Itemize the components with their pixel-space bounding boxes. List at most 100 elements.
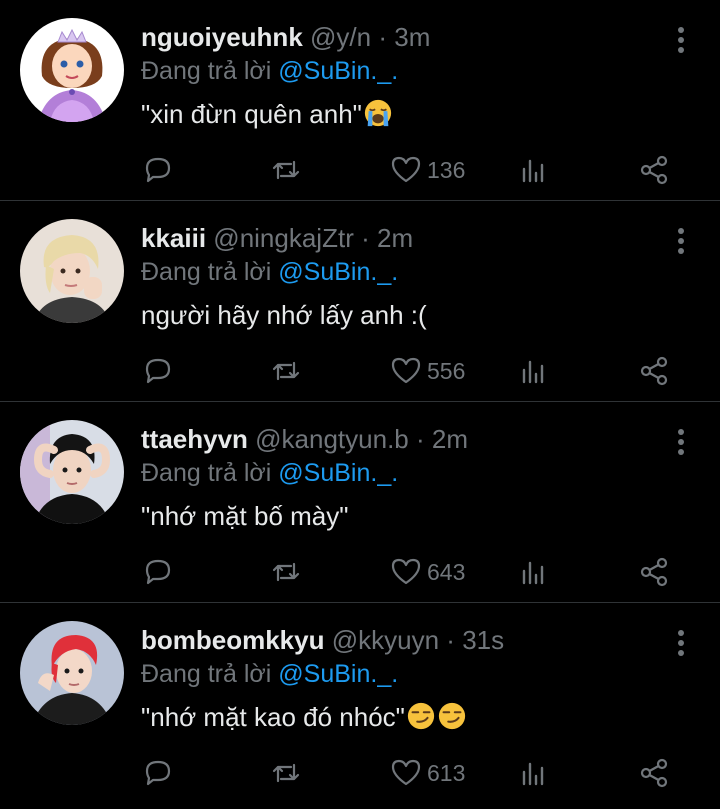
retweet-button[interactable]: [269, 351, 303, 391]
like-button[interactable]: 613: [389, 753, 465, 793]
tweet-body: người hãy nhớ lấy anh :(: [141, 300, 427, 330]
timestamp[interactable]: 2m: [432, 424, 468, 454]
retweet-button[interactable]: [269, 753, 303, 793]
avatar[interactable]: [20, 420, 124, 524]
reply-button[interactable]: [141, 552, 175, 592]
share-button[interactable]: [637, 753, 671, 793]
username[interactable]: nguoiyeuhnk: [141, 22, 303, 52]
tweet-text: người hãy nhớ lấy anh :(: [141, 297, 700, 333]
avatar[interactable]: [20, 621, 124, 725]
reply-prefix: Đang trả lời: [141, 459, 272, 487]
timestamp[interactable]: 3m: [394, 22, 430, 52]
like-count: 556: [427, 357, 466, 384]
red-hair-person-avatar-image: [20, 621, 124, 725]
retweet-button[interactable]: [269, 552, 303, 592]
stats-icon: [522, 762, 544, 786]
stats-button[interactable]: [516, 753, 550, 793]
reply-prefix: Đang trả lời: [141, 660, 272, 688]
heart-icon: [391, 759, 421, 786]
more-vertical-icon[interactable]: [676, 428, 686, 456]
tweet-actions: 556: [141, 351, 681, 391]
stats-icon: [522, 360, 544, 384]
timestamp[interactable]: 31s: [462, 625, 504, 655]
tweet-text: "nhớ mặt bố mày": [141, 498, 700, 534]
mention-link[interactable]: @SuBin._.: [278, 459, 398, 487]
like-button[interactable]: 643: [389, 552, 465, 592]
like-button[interactable]: 136: [389, 150, 465, 190]
stats-icon: [522, 159, 544, 183]
share-icon: [640, 155, 668, 185]
reply-button[interactable]: [141, 150, 175, 190]
smirking-face-icon: [437, 701, 467, 731]
dark-hair-person-avatar-image: [20, 420, 124, 524]
separator-dot: ·: [446, 625, 455, 655]
like-count: 613: [427, 759, 466, 786]
tweet-actions: 643: [141, 552, 681, 592]
username[interactable]: ttaehyvn: [141, 424, 248, 454]
heart-icon: [391, 357, 421, 384]
heart-icon: [391, 156, 421, 183]
tweet-actions: 613: [141, 753, 681, 793]
heart-icon: [391, 558, 421, 585]
tweet[interactable]: nguoiyeuhnk @y/n · 3m Đang trả lời @SuBi…: [0, 0, 720, 201]
smirking-face-icon: [406, 701, 436, 731]
username[interactable]: kkaiii: [141, 223, 206, 253]
tweet[interactable]: ttaehyvn @kangtyun.b · 2m Đang trả lời @…: [0, 402, 720, 603]
tweet-body: "nhớ mặt kao đó nhóc": [141, 702, 405, 732]
avatar[interactable]: [20, 219, 124, 323]
share-button[interactable]: [637, 150, 671, 190]
share-icon: [640, 758, 668, 788]
handle[interactable]: @y/n: [310, 22, 371, 52]
tweet[interactable]: kkaiii @ningkajZtr · 2m Đang trả lời @Su…: [0, 201, 720, 402]
separator-dot: ·: [378, 22, 387, 52]
tweet-body: "nhớ mặt bố mày": [141, 501, 349, 531]
replying-to: Đang trả lời @SuBin._.: [141, 255, 700, 289]
reply-button[interactable]: [141, 753, 175, 793]
share-button[interactable]: [637, 351, 671, 391]
username[interactable]: bombeomkkyu: [141, 625, 325, 655]
retweet-icon: [272, 361, 300, 381]
like-button[interactable]: 556: [389, 351, 465, 391]
share-icon: [640, 356, 668, 386]
replying-to: Đang trả lời @SuBin._.: [141, 456, 700, 490]
more-vertical-icon[interactable]: [676, 227, 686, 255]
separator-dot: ·: [416, 424, 425, 454]
mention-link[interactable]: @SuBin._.: [278, 57, 398, 85]
stats-button[interactable]: [516, 552, 550, 592]
tweet-body: "xin đừn quên anh": [141, 99, 362, 129]
stats-button[interactable]: [516, 150, 550, 190]
reply-icon: [145, 157, 171, 183]
handle[interactable]: @kangtyun.b: [255, 424, 409, 454]
mention-link[interactable]: @SuBin._.: [278, 660, 398, 688]
timestamp[interactable]: 2m: [377, 223, 413, 253]
tweet-header: kkaiii @ningkajZtr · 2m: [141, 221, 700, 255]
tweet-header: nguoiyeuhnk @y/n · 3m: [141, 20, 700, 54]
more-vertical-icon[interactable]: [676, 26, 686, 54]
princess-avatar-image: [20, 18, 124, 122]
mention-link[interactable]: @SuBin._.: [278, 258, 398, 286]
like-count: 643: [427, 558, 466, 585]
handle[interactable]: @ningkajZtr: [213, 223, 354, 253]
stats-button[interactable]: [516, 351, 550, 391]
tweet[interactable]: bombeomkkyu @kkyuyn · 31s Đang trả lời @…: [0, 603, 720, 809]
share-button[interactable]: [637, 552, 671, 592]
more-vertical-icon[interactable]: [676, 629, 686, 657]
tweet-header: ttaehyvn @kangtyun.b · 2m: [141, 422, 700, 456]
tweet-text: "nhớ mặt kao đó nhóc": [141, 699, 700, 735]
stats-icon: [522, 561, 544, 585]
blonde-person-avatar-image: [20, 219, 124, 323]
loudly-crying-face-icon: [363, 98, 393, 128]
retweet-button[interactable]: [269, 150, 303, 190]
reply-icon: [145, 760, 171, 786]
tweet-text: "xin đừn quên anh": [141, 96, 700, 132]
tweet-actions: 136: [141, 150, 681, 190]
retweet-icon: [272, 160, 300, 180]
tweet-header: bombeomkkyu @kkyuyn · 31s: [141, 623, 700, 657]
separator-dot: ·: [361, 223, 370, 253]
avatar[interactable]: [20, 18, 124, 122]
retweet-icon: [272, 763, 300, 783]
reply-prefix: Đang trả lời: [141, 57, 272, 85]
reply-button[interactable]: [141, 351, 175, 391]
handle[interactable]: @kkyuyn: [332, 625, 439, 655]
replying-to: Đang trả lời @SuBin._.: [141, 657, 700, 691]
